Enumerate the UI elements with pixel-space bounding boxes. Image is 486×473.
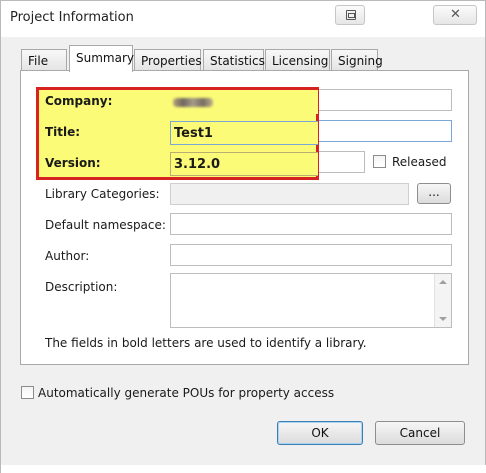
- description-scrollbar[interactable]: [434, 274, 451, 327]
- company-label: Company:: [45, 94, 113, 108]
- scroll-down-icon[interactable]: [439, 317, 447, 321]
- company-input[interactable]: [170, 90, 318, 114]
- project-information-dialog: Project Information ✕ File Summary Prope…: [0, 0, 486, 473]
- tab-statistics[interactable]: Statistics: [203, 49, 265, 71]
- title-bar: Project Information ✕: [1, 1, 485, 37]
- version-field-extension[interactable]: [318, 151, 365, 173]
- auto-generate-label: Automatically generate POUs for property…: [38, 386, 335, 400]
- tab-file[interactable]: File: [21, 49, 67, 71]
- author-input[interactable]: [170, 244, 452, 266]
- auto-generate-checkbox[interactable]: [21, 386, 34, 399]
- version-label: Version:: [45, 156, 101, 170]
- title-label: Title:: [45, 125, 81, 139]
- window-title: Project Information: [10, 10, 134, 25]
- released-checkbox[interactable]: [373, 155, 386, 168]
- close-icon[interactable]: ✕: [433, 5, 477, 25]
- tab-properties[interactable]: Properties: [134, 49, 202, 71]
- company-field-extension[interactable]: [318, 89, 452, 111]
- tab-licensing[interactable]: Licensing: [265, 49, 330, 71]
- description-textarea[interactable]: [170, 273, 452, 328]
- released-label: Released: [392, 155, 447, 169]
- default-namespace-input[interactable]: [170, 213, 452, 235]
- version-input[interactable]: 3.12.0: [170, 152, 318, 176]
- scroll-up-icon[interactable]: [439, 280, 447, 284]
- author-label: Author:: [45, 249, 90, 263]
- identification-hint: The fields in bold letters are used to i…: [45, 336, 367, 350]
- library-categories-field: [170, 183, 409, 205]
- title-field-extension[interactable]: [318, 120, 452, 142]
- company-value-redacted: [173, 97, 213, 107]
- cancel-button[interactable]: Cancel: [375, 421, 465, 445]
- description-label: Description:: [45, 280, 118, 294]
- ok-button[interactable]: OK: [277, 421, 363, 445]
- restore-window-icon[interactable]: [335, 5, 365, 25]
- tab-signing[interactable]: Signing: [331, 49, 383, 71]
- browse-categories-button[interactable]: ...: [417, 183, 451, 204]
- bottom-edge: [1, 465, 486, 473]
- title-input[interactable]: Test1: [170, 121, 318, 145]
- default-namespace-label: Default namespace:: [45, 218, 166, 232]
- tab-summary[interactable]: Summary: [69, 45, 134, 72]
- library-categories-label: Library Categories:: [45, 187, 160, 201]
